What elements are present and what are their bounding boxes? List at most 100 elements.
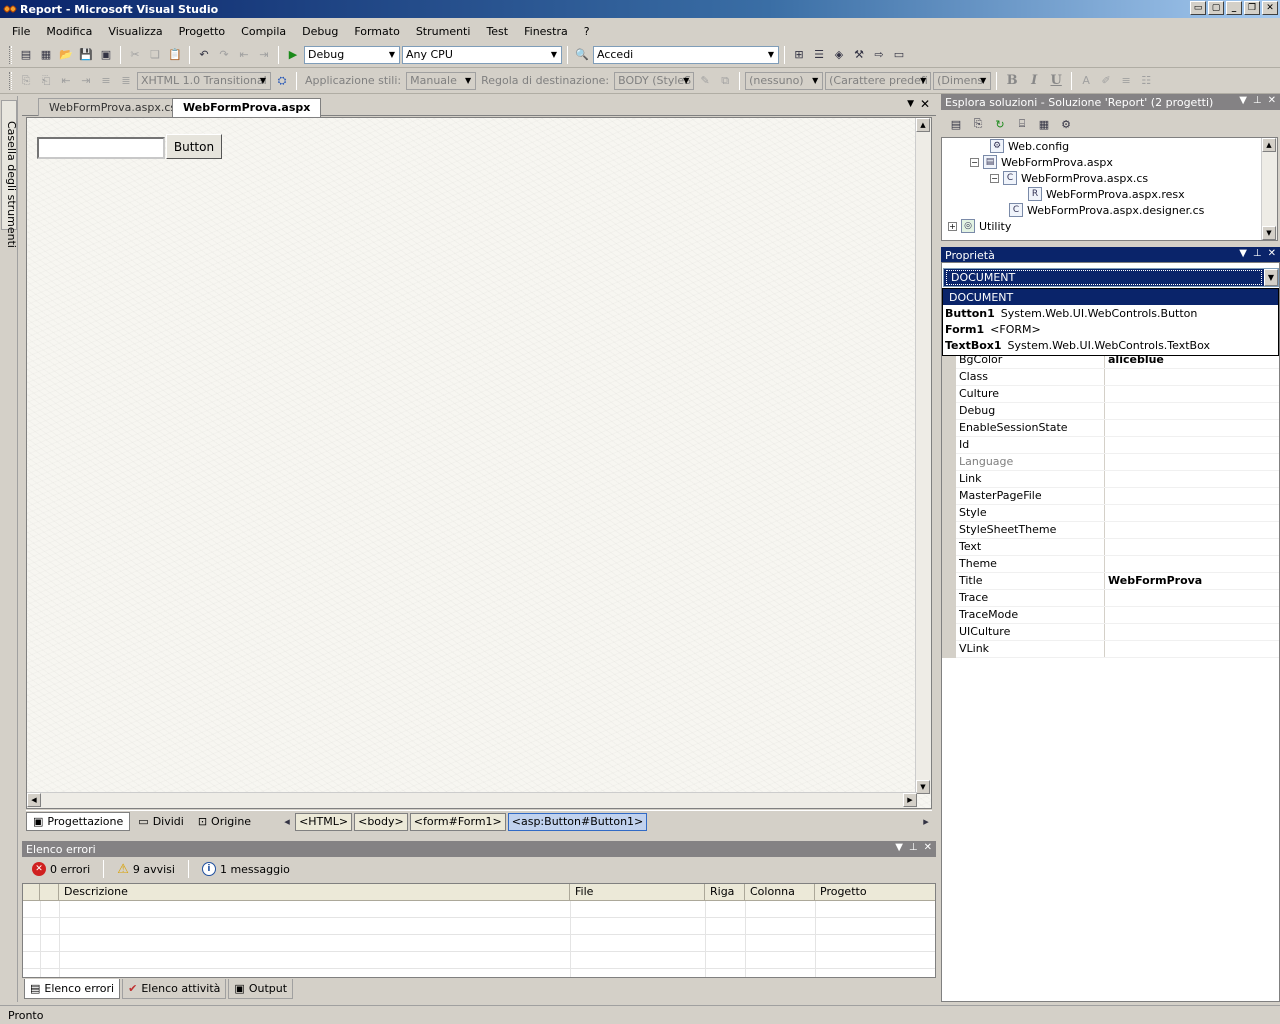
list-icon[interactable]: ☷	[1137, 72, 1155, 90]
toolbar-grip[interactable]	[9, 45, 12, 64]
close-icon[interactable]: ✕	[924, 842, 932, 853]
toolbar-grip[interactable]	[9, 71, 12, 90]
minimize-button[interactable]: _	[1226, 1, 1242, 15]
tree-item-resx[interactable]: R WebFormProva.aspx.resx	[1028, 186, 1185, 202]
property-value[interactable]: WebFormProva	[1105, 573, 1279, 589]
property-value[interactable]	[1105, 420, 1279, 436]
property-value[interactable]	[1105, 386, 1279, 402]
menu-test[interactable]: Test	[478, 23, 516, 40]
indent-icon[interactable]: ⇥	[77, 72, 95, 90]
property-value[interactable]	[1105, 556, 1279, 572]
fore-color-icon[interactable]: A	[1077, 72, 1095, 90]
property-value[interactable]	[1105, 590, 1279, 606]
property-row[interactable]: UICulture	[942, 624, 1279, 641]
property-value[interactable]	[1105, 471, 1279, 487]
errors-filter-button[interactable]: ✕ 0 errori	[28, 861, 94, 877]
restore-small-icon[interactable]: ▭	[1190, 1, 1206, 15]
design-button1[interactable]: Button	[166, 134, 222, 159]
command-window-icon[interactable]: ▭	[890, 46, 908, 64]
view-code-icon[interactable]: ⌸	[1013, 115, 1031, 133]
copy-website-icon[interactable]: ⚙	[1057, 115, 1075, 133]
property-value[interactable]	[1105, 641, 1279, 657]
undo-icon[interactable]: ↶	[195, 46, 213, 64]
panel-menu-icon[interactable]: ▼	[1239, 95, 1247, 106]
properties-window-icon[interactable]: ☰	[810, 46, 828, 64]
column-header-index[interactable]	[40, 884, 59, 901]
property-value[interactable]	[1105, 505, 1279, 521]
property-value[interactable]	[1105, 539, 1279, 555]
property-row[interactable]: Title WebFormProva	[942, 573, 1279, 590]
tree-scrollbar[interactable]: ▲ ▼	[1261, 138, 1277, 240]
save-all-icon[interactable]: ▣	[97, 46, 115, 64]
property-value[interactable]	[1105, 624, 1279, 640]
design-vertical-scrollbar[interactable]: ▲ ▼	[915, 118, 931, 794]
property-row[interactable]: Style	[942, 505, 1279, 522]
menu-finestra[interactable]: Finestra	[516, 23, 576, 40]
view-designer-icon[interactable]: ▦	[1035, 115, 1053, 133]
tab-dropdown-icon[interactable]: ▼	[907, 99, 914, 109]
dropdown-option[interactable]: Form1 <FORM>	[943, 321, 1278, 337]
chevron-down-icon[interactable]: ▼	[1264, 269, 1278, 286]
scroll-left-icon[interactable]: ◀	[27, 793, 41, 807]
scroll-up-icon[interactable]: ▲	[1262, 138, 1276, 152]
table-row[interactable]	[23, 952, 935, 969]
object-select[interactable]: DOCUMENT ▼	[943, 268, 1279, 287]
add-item-icon[interactable]: ▦	[37, 46, 55, 64]
tree-item-aspx-cs[interactable]: − C WebFormProva.aspx.cs	[990, 170, 1148, 186]
expand-icon[interactable]: +	[948, 221, 957, 231]
column-header-column[interactable]: Colonna	[745, 884, 815, 901]
copy-icon[interactable]: ❏	[146, 46, 164, 64]
menu-strumenti[interactable]: Strumenti	[408, 23, 479, 40]
dropdown-option[interactable]: DOCUMENT	[943, 289, 1278, 305]
property-row[interactable]: Text	[942, 539, 1279, 556]
source-view-button[interactable]: ⊡ Origine	[192, 812, 257, 831]
tree-item-utility[interactable]: + ◎ Utility	[948, 218, 1011, 234]
tag-button[interactable]: <asp:Button#Button1>	[507, 812, 648, 831]
object-browser-icon[interactable]: ◈	[830, 46, 848, 64]
refresh-icon[interactable]: ↻	[991, 115, 1009, 133]
maximize-small-icon[interactable]: ▢	[1208, 1, 1224, 15]
collapse-icon[interactable]: −	[970, 157, 979, 167]
pin-icon[interactable]: ⊥	[909, 842, 918, 853]
property-row[interactable]: MasterPageFile	[942, 488, 1279, 505]
property-row[interactable]: EnableSessionState	[942, 420, 1279, 437]
justify-icon[interactable]: ≡	[1117, 72, 1135, 90]
pin-icon[interactable]: ⊥	[1253, 248, 1262, 259]
tag-scroll-right-icon[interactable]: ▸	[920, 813, 932, 831]
menu-formato[interactable]: Formato	[346, 23, 408, 40]
font-size-select[interactable]: (Dimens ▼	[933, 71, 992, 90]
design-view-button[interactable]: ▣ Progettazione	[26, 812, 131, 831]
scroll-up-icon[interactable]: ▲	[916, 118, 930, 132]
column-header-description[interactable]: Descrizione	[59, 884, 570, 901]
tag-form[interactable]: <form#Form1>	[409, 812, 506, 831]
align-icon[interactable]: ≡	[97, 72, 115, 90]
open-file-icon[interactable]: 📂	[57, 46, 75, 64]
paste-icon[interactable]: 📋	[166, 46, 184, 64]
property-row[interactable]: VLink	[942, 641, 1279, 658]
close-button[interactable]: ✕	[1262, 1, 1278, 15]
pin-icon[interactable]: ⊥	[1253, 95, 1262, 106]
restore-button[interactable]: ❐	[1244, 1, 1260, 15]
column-header-project[interactable]: Progetto	[815, 884, 935, 901]
tag-scroll-left-icon[interactable]: ◂	[281, 813, 293, 831]
dropdown-option[interactable]: Button1 System.Web.UI.WebControls.Button	[943, 305, 1278, 321]
dropdown-option[interactable]: TextBox1 System.Web.UI.WebControls.TextBo…	[943, 337, 1278, 353]
uncomment-icon[interactable]: ⎗	[37, 72, 55, 90]
table-row[interactable]	[23, 901, 935, 918]
configuration-select[interactable]: Debug ▼	[304, 45, 400, 64]
scroll-down-icon[interactable]: ▼	[1262, 226, 1276, 240]
menu-compila[interactable]: Compila	[233, 23, 294, 40]
target-rule-select[interactable]: BODY (StyleS ▼	[614, 71, 695, 90]
tab-code-behind[interactable]: WebFormProva.aspx.cs	[38, 98, 188, 116]
property-row[interactable]: Id	[942, 437, 1279, 454]
menu-modifica[interactable]: Modifica	[38, 23, 100, 40]
tree-item-designer[interactable]: C WebFormProva.aspx.designer.cs	[1009, 202, 1204, 218]
property-row[interactable]: Debug	[942, 403, 1279, 420]
property-value[interactable]	[1105, 437, 1279, 453]
menu-progetto[interactable]: Progetto	[171, 23, 234, 40]
tab-output[interactable]: ▣ Output	[228, 979, 294, 999]
style-layers-icon[interactable]: ⧉	[716, 72, 734, 90]
tab-task-list[interactable]: ✔ Elenco attività	[122, 979, 227, 999]
font-name-select[interactable]: (Carattere predefi ▼	[825, 71, 932, 90]
toolbox-tab[interactable]: Casella degli strumenti	[1, 100, 18, 248]
